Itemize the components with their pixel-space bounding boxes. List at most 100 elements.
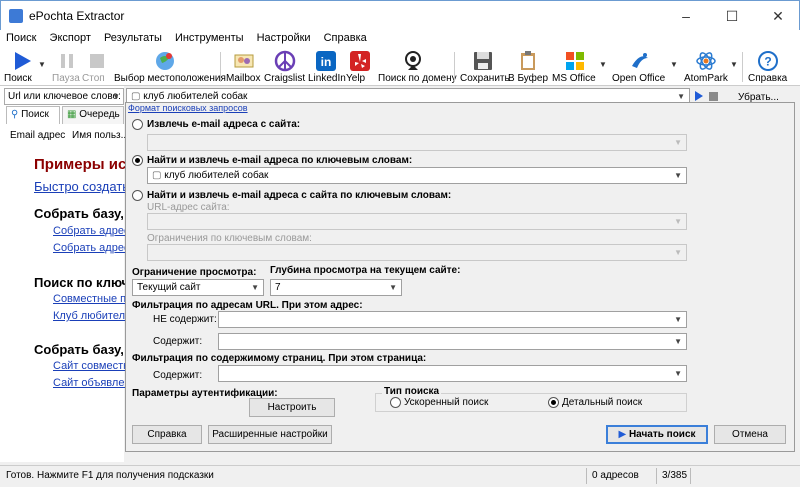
maximize-button[interactable]: ☐ <box>709 1 755 31</box>
openoffice-dropdown-icon[interactable]: ▼ <box>670 60 678 69</box>
chevron-down-icon: ▼ <box>674 138 682 147</box>
status-count: 0 адресов <box>592 470 639 481</box>
help-button[interactable]: ? Справка <box>748 48 788 86</box>
radio-detailed-search[interactable] <box>548 397 559 408</box>
arrow-right-icon: ▶ <box>618 429 627 440</box>
column-email[interactable]: Email адрес <box>10 130 65 141</box>
keywords-input[interactable]: ▢ клуб любителей собак ▼ <box>147 167 687 184</box>
quick-create-link[interactable]: Быстро создать <box>34 179 129 194</box>
domain-search-button[interactable]: Поиск по домену <box>378 48 457 86</box>
webcam-icon <box>405 51 421 70</box>
contains-input[interactable]: ▼ <box>218 333 687 350</box>
clipboard-icon <box>521 51 535 70</box>
run-icon[interactable] <box>694 90 704 102</box>
chevron-down-icon: ▼ <box>251 283 259 292</box>
chevron-down-icon: ▼ <box>674 217 682 226</box>
advanced-settings-button[interactable]: Расширенные настройки <box>208 425 332 444</box>
openoffice-icon <box>632 53 648 68</box>
status-bar: Готов. Нажмите F1 для получения подсказк… <box>0 465 800 487</box>
opt-search-keywords-label: Найти и извлечь e-mail адреса по ключевы… <box>147 155 413 166</box>
radio-extract-site[interactable] <box>132 119 143 130</box>
yelp-button[interactable]: Yelp <box>346 48 374 86</box>
start-search-button[interactable]: ▶ Начать поиск <box>606 425 708 444</box>
radio-site-keywords[interactable] <box>132 190 143 201</box>
radio-fast-search[interactable] <box>390 397 401 408</box>
url-keyword-combo[interactable]: Url или ключевое слово: ▼ <box>4 88 124 105</box>
craigslist-button[interactable]: Craigslist <box>264 48 306 86</box>
not-contains-input[interactable]: ▼ <box>218 311 687 328</box>
atompark-dropdown-icon[interactable]: ▼ <box>730 60 738 69</box>
contains2-label: Содержит: <box>153 370 203 381</box>
help-icon: ? <box>758 51 778 71</box>
msoffice-dropdown-icon[interactable]: ▼ <box>599 60 607 69</box>
fast-search-label: Ускоренный поиск <box>404 397 489 408</box>
clipboard-button[interactable]: В Буфер <box>508 48 548 86</box>
status-hint: Готов. Нажмите F1 для получения подсказк… <box>6 470 214 481</box>
example-link[interactable]: Собрать адреса <box>53 242 136 254</box>
left-pane: Url или ключевое слово: ▼ ⚲ Поиск ▦ Очер… <box>0 86 137 462</box>
view-limit-select[interactable]: Текущий сайт ▼ <box>132 279 264 296</box>
opt-extract-site-label: Извлечь e-mail адреса с сайта: <box>147 119 301 130</box>
not-contains-label: НЕ содержит: <box>153 314 217 325</box>
chevron-down-icon: ▼ <box>674 369 682 378</box>
location-button[interactable]: Выбор местоположения <box>114 48 226 86</box>
openoffice-button[interactable]: Open Office <box>612 48 668 86</box>
minimize-button[interactable]: – <box>663 1 709 31</box>
title-bar: ePochta Extractor – ☐ ✕ <box>0 0 800 30</box>
toolbar-separator <box>742 52 743 82</box>
column-username[interactable]: Имя польз... <box>72 130 129 141</box>
yelp-icon <box>350 51 370 71</box>
menu-export[interactable]: Экспорт <box>44 30 95 44</box>
menu-bar: Поиск Экспорт Результаты Инструменты Нас… <box>0 30 800 48</box>
dialog-help-button[interactable]: Справка <box>132 425 202 444</box>
floppy-icon <box>474 52 492 70</box>
depth-label: Глубина просмотра на текущем сайте: <box>270 265 461 276</box>
site-url-kw-input[interactable]: ▼ <box>147 213 687 230</box>
search-dialog: Формат поисковых запросов Извлечь e-mail… <box>125 102 795 452</box>
kw-limit-input[interactable]: ▼ <box>147 244 687 261</box>
chevron-down-icon: ▼ <box>112 92 120 101</box>
search-button[interactable]: Поиск <box>4 48 40 86</box>
tab-queue[interactable]: ▦ Очередь <box>62 106 124 124</box>
stop-button[interactable]: Стоп <box>82 48 112 86</box>
svg-text:in: in <box>321 55 332 69</box>
page-contains-input[interactable]: ▼ <box>218 365 687 382</box>
menu-help[interactable]: Справка <box>318 30 371 44</box>
peace-icon <box>274 50 296 72</box>
save-button[interactable]: Сохранить <box>460 48 510 86</box>
stop-icon <box>90 54 104 68</box>
atompark-button[interactable]: AtomPark <box>684 48 728 86</box>
tab-search[interactable]: ⚲ Поиск <box>6 106 60 124</box>
pause-button[interactable]: Пауза <box>52 48 82 86</box>
site-url-input[interactable]: ▼ <box>147 134 687 151</box>
results-columns: Email адрес Имя польз... <box>4 126 129 144</box>
opt-site-keywords-label: Найти и извлечь e-mail адреса с сайта по… <box>147 190 452 201</box>
depth-select[interactable]: 7 ▼ <box>270 279 402 296</box>
globe-icon <box>156 52 174 70</box>
menu-results[interactable]: Результаты <box>98 30 166 44</box>
search-dropdown-icon[interactable]: ▼ <box>38 60 46 69</box>
example-link[interactable]: Собрать адреса <box>53 225 136 237</box>
queue-icon: ▦ <box>67 109 77 120</box>
configure-button[interactable]: Настроить <box>249 398 335 417</box>
window-title: ePochta Extractor <box>29 9 125 23</box>
query-syntax-link[interactable]: Формат поисковых запросов <box>128 103 248 113</box>
radio-search-keywords[interactable] <box>132 155 143 166</box>
mailbox-button[interactable]: Mailbox <box>226 48 262 86</box>
stop-small-icon[interactable] <box>709 92 718 101</box>
menu-settings[interactable]: Настройки <box>251 30 315 44</box>
status-progress: 3/385 <box>662 470 688 481</box>
linkedin-button[interactable]: in LinkedIn <box>308 48 346 86</box>
msoffice-button[interactable]: MS Office <box>552 48 598 86</box>
left-tabs: ⚲ Поиск ▦ Очередь <box>4 106 124 124</box>
view-limit-label: Ограничение просмотра: <box>132 267 257 278</box>
search-type-label: Тип поиска <box>382 386 442 397</box>
menu-tools[interactable]: Инструменты <box>169 30 248 44</box>
menu-search[interactable]: Поиск <box>0 30 40 44</box>
detailed-search-label: Детальный поиск <box>562 397 643 408</box>
contains-label: Содержит: <box>153 336 203 347</box>
play-icon <box>15 52 31 70</box>
cancel-button[interactable]: Отмена <box>714 425 786 444</box>
close-button[interactable]: ✕ <box>755 1 800 31</box>
status-divider <box>586 468 587 484</box>
